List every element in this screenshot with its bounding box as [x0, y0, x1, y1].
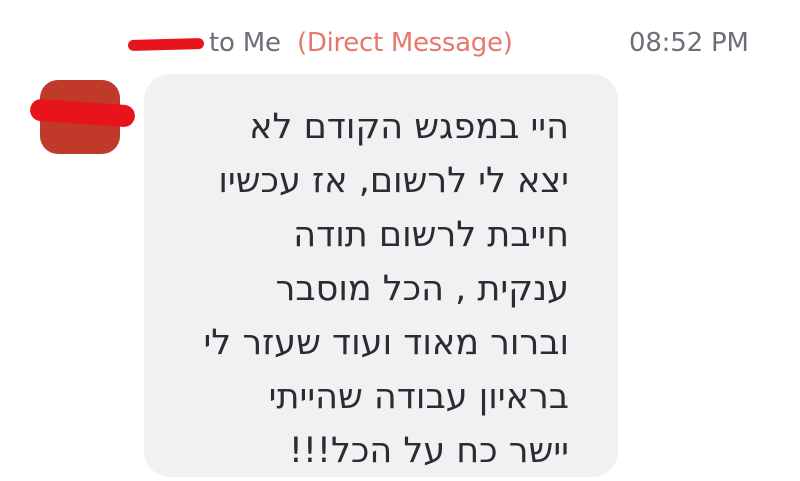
message-body: היי במפגש הקודם לא יצא לי לרשום, אז עכשי…	[203, 107, 569, 471]
direct-message-label: (Direct Message)	[297, 28, 513, 58]
chat-message-pane: to Me (Direct Message) 08:52 PM היי במפג…	[0, 0, 800, 481]
sender-avatar[interactable]	[29, 80, 136, 154]
message-timestamp: 08:52 PM	[629, 28, 749, 58]
recipient-label: to Me	[209, 28, 281, 58]
message-header: to Me (Direct Message) 08:52 PM	[0, 26, 800, 66]
redacted-avatar-mark	[29, 98, 136, 128]
redacted-sender-name	[127, 38, 205, 51]
message-bubble[interactable]: היי במפגש הקודם לא יצא לי לרשום, אז עכשי…	[144, 74, 618, 477]
